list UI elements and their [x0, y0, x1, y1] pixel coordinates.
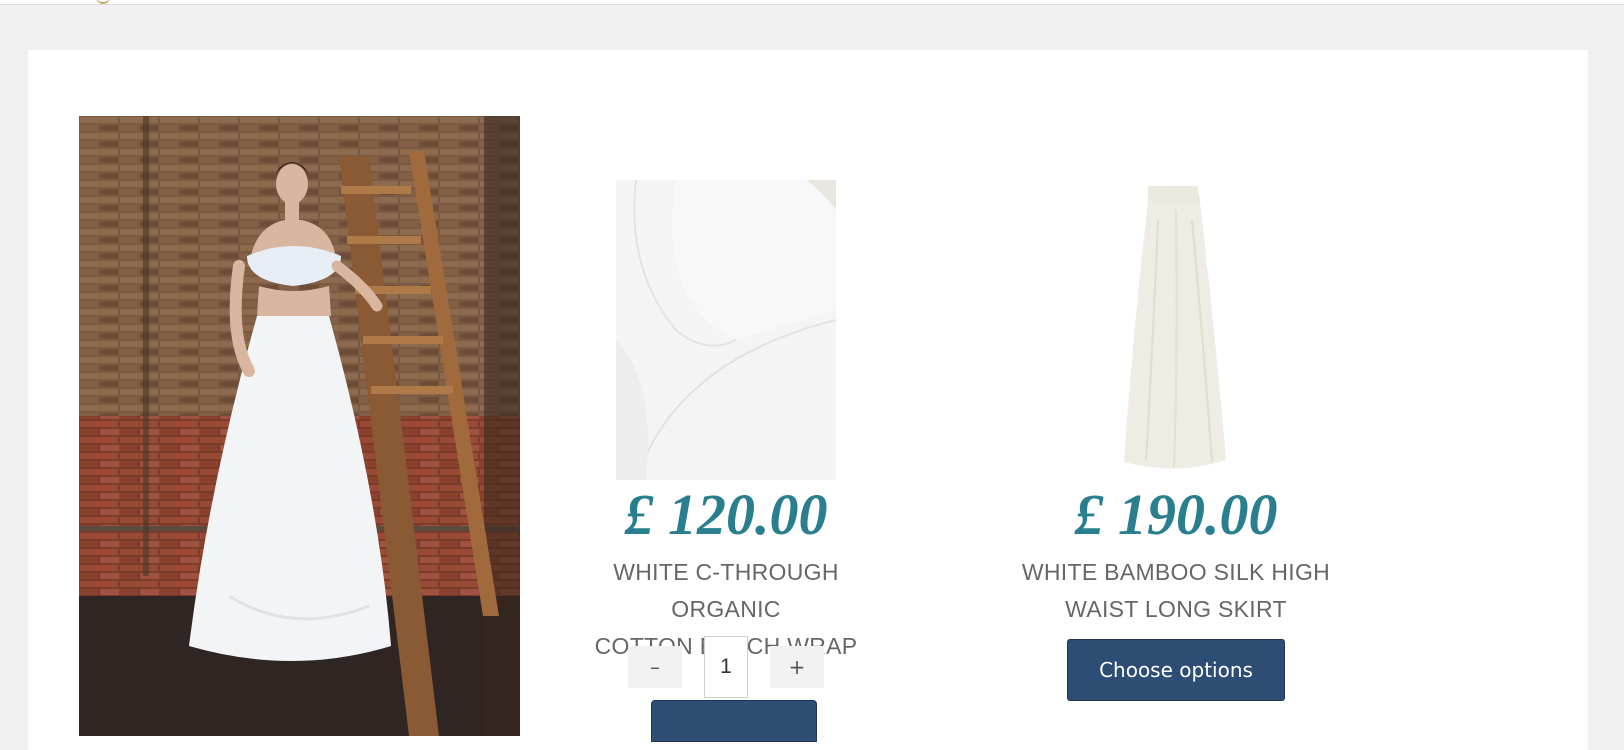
site-header: [0, 0, 1624, 5]
product-image-long-skirt[interactable]: [1066, 180, 1286, 480]
product-title[interactable]: WHITE BAMBOO SILK HIGH WAIST LONG SKIRT: [1006, 554, 1346, 628]
product-price: £ 190.00: [1074, 482, 1278, 547]
hero-image[interactable]: [79, 116, 520, 736]
quantity-stepper: – 1 +: [556, 636, 896, 698]
product-title-line[interactable]: WAIST LONG SKIRT: [1006, 591, 1346, 628]
product-title-line[interactable]: WHITE BAMBOO SILK HIGH: [1006, 554, 1346, 591]
product-card-long-skirt: £ 190.00 WHITE BAMBOO SILK HIGH WAIST LO…: [1006, 180, 1346, 701]
hero-photo: [79, 116, 520, 736]
product-title-line[interactable]: WHITE C-THROUGH ORGANIC: [556, 554, 896, 628]
choose-options-button[interactable]: Choose options: [1067, 639, 1285, 701]
product-image-beach-wrap[interactable]: [616, 180, 836, 480]
quantity-input[interactable]: 1: [704, 636, 748, 698]
beach-wrap-photo: [616, 180, 836, 480]
product-card-beach-wrap: £ 120.00 WHITE C-THROUGH ORGANIC COTTON …: [556, 180, 896, 665]
product-price: £ 120.00: [624, 482, 828, 547]
long-skirt-photo: [1066, 180, 1286, 480]
add-to-cart-button[interactable]: [651, 700, 817, 742]
quantity-decrease-button[interactable]: –: [628, 646, 682, 688]
logo[interactable]: [96, 0, 110, 4]
quantity-increase-button[interactable]: +: [770, 646, 824, 688]
